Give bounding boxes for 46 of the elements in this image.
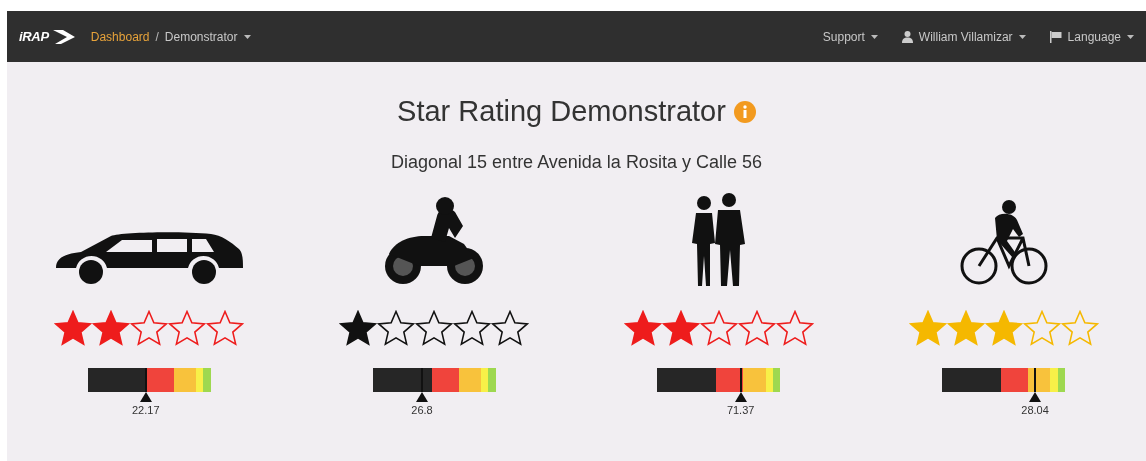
empty-star-icon <box>491 309 530 346</box>
caret-icon <box>870 34 878 39</box>
page-title: Star Rating Demonstrator <box>397 94 726 129</box>
filled-star-icon <box>661 309 700 346</box>
pointer-triangle-icon <box>1029 391 1042 402</box>
empty-star-icon <box>453 309 492 346</box>
flag-icon <box>1049 30 1062 43</box>
filled-star-icon <box>623 309 662 346</box>
location-subtitle: Diagonal 15 entre Avenida la Rosita y Calle 56 <box>391 150 762 174</box>
breadcrumb-link[interactable]: Dashboard <box>90 27 150 46</box>
scale-segment <box>772 367 781 392</box>
pointer-triangle-icon <box>139 391 152 402</box>
empty-star-icon <box>168 309 207 346</box>
filled-star-icon <box>92 309 131 346</box>
filled-star-icon <box>908 309 947 346</box>
caret-icon <box>1127 34 1134 39</box>
nav-menu[interactable]: Language <box>1049 27 1134 46</box>
nav-menu[interactable]: William Villamizar <box>901 27 1026 46</box>
score-marker <box>1034 367 1037 392</box>
user-icon <box>901 30 913 43</box>
breadcrumb-link[interactable]: Demonstrator <box>164 27 238 46</box>
pointer-triangle-icon <box>416 391 428 402</box>
scale-segment <box>1057 367 1066 392</box>
score-value: 28.04 <box>1021 402 1049 418</box>
pointer-triangle-icon <box>734 391 747 402</box>
score-marker <box>739 367 742 392</box>
swoosh-icon <box>52 29 75 44</box>
score-value: 71.37 <box>726 402 755 418</box>
filled-star-icon <box>984 309 1023 346</box>
caret-icon <box>1018 34 1026 39</box>
caret-icon <box>243 34 251 39</box>
empty-star-icon <box>415 309 454 346</box>
breadcrumb-separator: / <box>155 28 159 46</box>
score-value: 26.8 <box>411 402 433 418</box>
empty-star-icon <box>775 309 814 346</box>
info-icon[interactable] <box>733 100 756 123</box>
empty-star-icon <box>737 309 776 346</box>
filled-star-icon <box>946 309 985 346</box>
score-value: 22.17 <box>131 402 160 418</box>
filled-star-icon <box>339 309 378 346</box>
logo[interactable]: iRAP <box>19 26 49 47</box>
empty-star-icon <box>1060 309 1099 346</box>
score-marker <box>144 367 147 392</box>
filled-star-icon <box>54 309 93 346</box>
nav-menu[interactable]: Support <box>822 27 878 46</box>
empty-star-icon <box>206 309 245 346</box>
